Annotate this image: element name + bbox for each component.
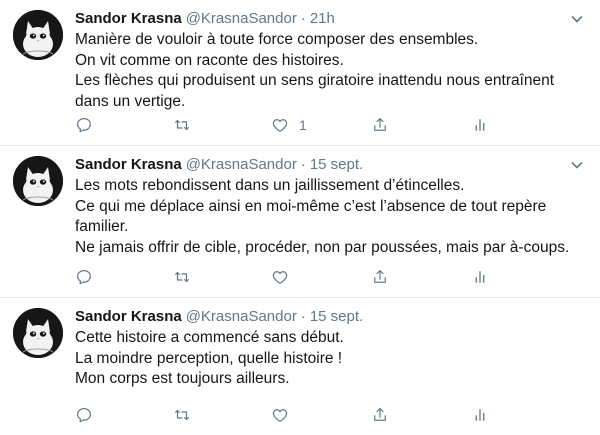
author-handle[interactable]: @KrasnaSandor [186, 156, 297, 173]
retweet-button[interactable] [173, 115, 191, 135]
retweet-icon [173, 116, 191, 134]
author-name[interactable]: Sandor Krasna [75, 10, 182, 27]
tweet[interactable]: Sandor Krasna @KrasnaSandor · 15 sept. Cett… [0, 298, 600, 435]
tweet-header: Sandor Krasna @KrasnaSandor · 21h [75, 9, 560, 29]
share-button[interactable] [371, 115, 389, 135]
like-count: 1 [299, 117, 307, 133]
tweet-timestamp[interactable]: 21h [310, 10, 335, 27]
tweet-line: Les flèches qui produisent un sens girat… [75, 72, 555, 110]
tweet-header: Sandor Krasna @KrasnaSandor · 15 sept. [75, 155, 560, 175]
reply-button[interactable] [75, 267, 93, 287]
like-icon [271, 268, 289, 286]
analytics-button[interactable] [471, 405, 489, 425]
tweet-line: Manière de vouloir à toute force compose… [75, 31, 479, 48]
tweet-line: On vit comme on raconte des histoires. [75, 51, 344, 69]
separator: · [300, 10, 306, 27]
tweet-text: Manière de vouloir à toute force compose… [75, 30, 585, 112]
avatar[interactable] [13, 10, 63, 60]
reply-button[interactable] [75, 405, 93, 425]
tweet-line: Cette histoire a commencé sans début. [75, 329, 344, 346]
tweet-line: La moindre perception, quelle histoire ! [75, 349, 343, 367]
tweet-header: Sandor Krasna @KrasnaSandor · 15 sept. [75, 307, 560, 327]
retweet-icon [173, 406, 191, 424]
separator: · [300, 156, 306, 173]
tweet-line: Mon corps est toujours ailleurs. [75, 370, 290, 387]
author-handle[interactable]: @KrasnaSandor [186, 10, 297, 27]
analytics-icon [471, 116, 489, 134]
share-button[interactable] [371, 267, 389, 287]
tweet-actions: 1 [75, 115, 575, 135]
tweet-timestamp[interactable]: 15 sept. [310, 156, 363, 173]
avatar[interactable] [13, 156, 63, 206]
tweet-text: Cette histoire a commencé sans début. La… [75, 328, 585, 390]
avatar[interactable] [13, 308, 63, 358]
separator: · [300, 308, 306, 325]
chevron-down-icon[interactable] [570, 12, 584, 26]
like-button[interactable] [271, 267, 299, 287]
reply-icon [75, 406, 93, 424]
tweet[interactable]: Sandor Krasna @KrasnaSandor · 15 sept. Les … [0, 146, 600, 298]
tweet-timestamp[interactable]: 15 sept. [310, 308, 363, 325]
tweet-actions [75, 267, 575, 287]
share-icon [371, 406, 389, 424]
tweet-line: Ce qui me déplace ainsi en moi-même c’es… [75, 197, 547, 236]
tweet[interactable]: Sandor Krasna @KrasnaSandor · 21h Manière d… [0, 0, 600, 146]
author-name[interactable]: Sandor Krasna [75, 308, 182, 325]
like-button[interactable] [271, 405, 299, 425]
retweet-button[interactable] [173, 267, 191, 287]
share-button[interactable] [371, 405, 389, 425]
like-button[interactable]: 1 [271, 115, 307, 135]
like-icon [271, 116, 289, 134]
timeline: Sandor Krasna @KrasnaSandor · 21h Manière d… [0, 0, 600, 435]
tweet-text: Les mots rebondissent dans un jaillissem… [75, 176, 585, 258]
reply-button[interactable] [75, 115, 93, 135]
analytics-icon [471, 268, 489, 286]
analytics-button[interactable] [471, 115, 489, 135]
author-name[interactable]: Sandor Krasna [75, 156, 182, 173]
analytics-icon [471, 406, 489, 424]
retweet-button[interactable] [173, 405, 191, 425]
share-icon [371, 268, 389, 286]
retweet-icon [173, 268, 191, 286]
tweet-actions [75, 405, 575, 425]
reply-icon [75, 268, 93, 286]
share-icon [371, 116, 389, 134]
analytics-button[interactable] [471, 267, 489, 287]
tweet-line: Les mots rebondissent dans un jaillissem… [75, 177, 465, 194]
chevron-down-icon[interactable] [570, 158, 584, 172]
author-handle[interactable]: @KrasnaSandor [186, 308, 297, 325]
like-icon [271, 406, 289, 424]
reply-icon [75, 116, 93, 134]
tweet-line: Ne jamais offrir de cible, procéder, non… [75, 238, 570, 256]
